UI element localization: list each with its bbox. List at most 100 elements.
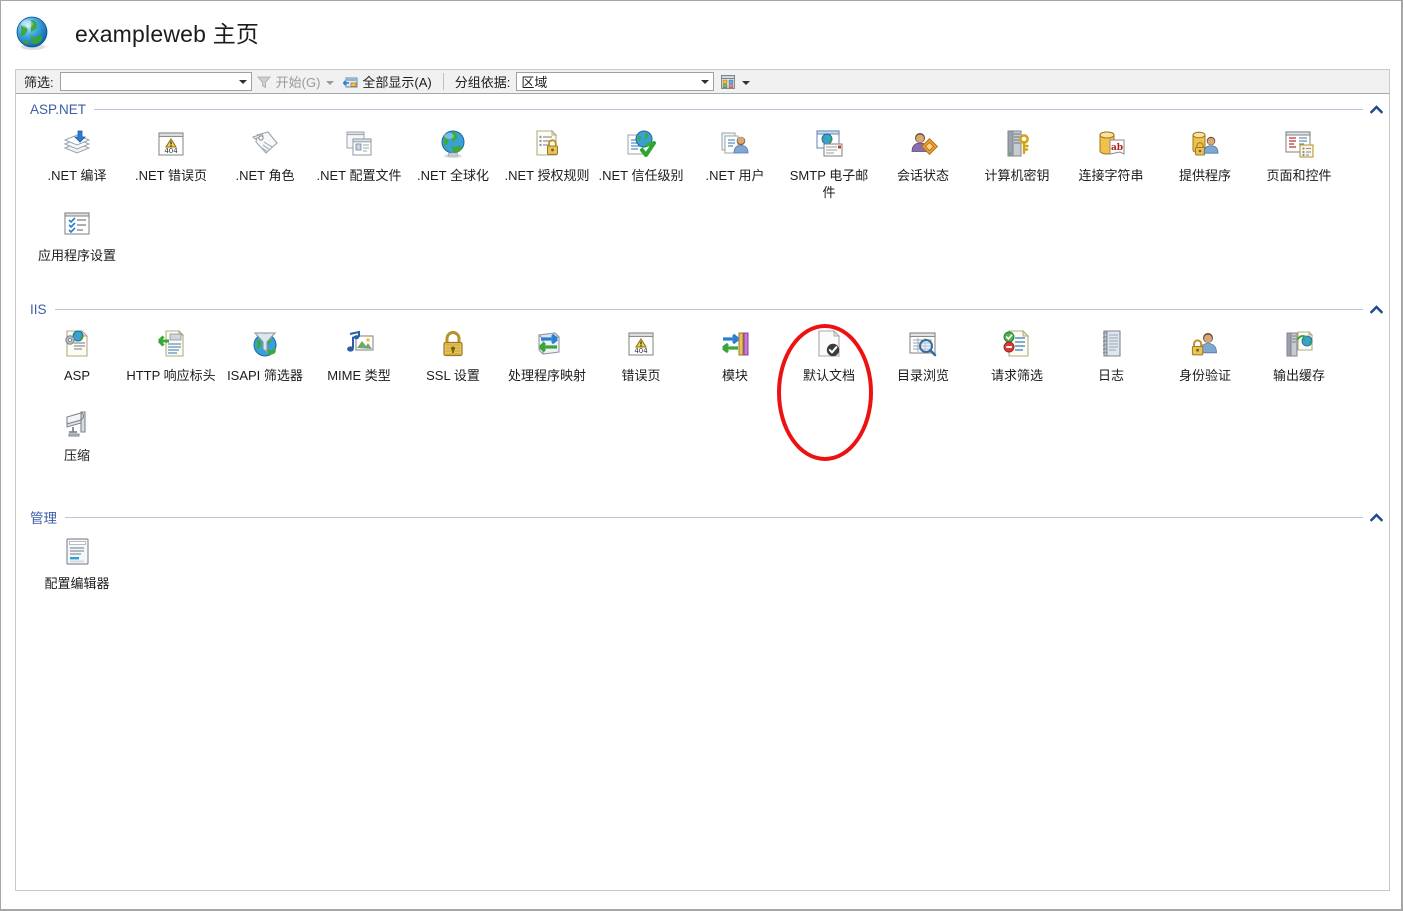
groupby-select[interactable]: 区域 [516, 72, 715, 91]
group-items: 配置编辑器 [16, 528, 1389, 614]
feature-item[interactable]: .NET 配置文件 [312, 126, 406, 204]
group-rule [65, 517, 1363, 518]
start-filter-label: 开始(G) [275, 75, 321, 90]
connection-strings-icon: ab [1095, 128, 1127, 160]
svg-text:ab: ab [1111, 143, 1123, 153]
features-pane: ASP.NET .NET 编译 404 .NET 错误页 .NET 角色 .NE… [15, 94, 1390, 891]
chevron-up-icon[interactable] [1363, 104, 1389, 114]
group-title: ASP.NET [30, 101, 87, 117]
feature-label: 配置编辑器 [44, 576, 110, 591]
feature-label: ASP [63, 368, 90, 383]
feature-label: .NET 配置文件 [316, 168, 402, 183]
http-response-headers-icon [155, 328, 187, 360]
feature-item[interactable]: .NET 信任级别 [594, 126, 688, 204]
feature-item[interactable]: 配置编辑器 [30, 534, 124, 612]
feature-label: .NET 用户 [705, 168, 765, 183]
feature-item[interactable]: .NET 全球化 [406, 126, 500, 204]
authentication-icon [1189, 328, 1221, 360]
feature-label: 压缩 [63, 448, 90, 463]
feature-label: 会话状态 [896, 168, 949, 183]
group-items: .NET 编译 404 .NET 错误页 .NET 角色 .NET 配置文件 .… [16, 120, 1389, 286]
filter-input[interactable] [59, 72, 252, 91]
feature-item[interactable]: 压缩 [30, 406, 124, 484]
session-state-icon [907, 128, 939, 160]
feature-label: 请求筛选 [990, 368, 1043, 383]
group-header: 管理 [16, 506, 1389, 528]
group-iis: IIS ASP HTTP 响应标头 ISAPI 筛选器 MIME 类型 SSL … [16, 298, 1389, 486]
net-compilation-icon [61, 128, 93, 160]
chevron-up-icon[interactable] [1363, 304, 1389, 314]
request-filtering-icon [1001, 328, 1033, 360]
feature-item[interactable]: ab 连接字符串 [1064, 126, 1158, 204]
start-filter-dropdown-arrow[interactable] [326, 80, 335, 85]
feature-label: 页面和控件 [1266, 168, 1332, 183]
feature-item[interactable]: 模块 [688, 326, 782, 404]
filter-toolbar: 筛选: 开始(G) 全部显示(A) 分组依据: 区域 [15, 69, 1390, 94]
feature-label: 连接字符串 [1078, 168, 1144, 183]
view-mode-dropdown-arrow[interactable] [742, 80, 751, 85]
feature-label: 日志 [1097, 368, 1124, 383]
show-all-button[interactable]: 全部显示(A) [338, 71, 435, 92]
feature-item[interactable]: .NET 授权规则 [500, 126, 594, 204]
logging-icon [1095, 328, 1127, 360]
funnel-icon [256, 74, 272, 90]
chevron-up-icon[interactable] [1363, 512, 1389, 522]
application-settings-icon [61, 208, 93, 240]
feature-item[interactable]: 日志 [1064, 326, 1158, 404]
feature-item[interactable]: MIME 类型 [312, 326, 406, 404]
svg-text:404: 404 [634, 347, 648, 355]
feature-item[interactable]: 提供程序 [1158, 126, 1252, 204]
isapi-filters-icon [249, 328, 281, 360]
feature-label: 应用程序设置 [37, 248, 116, 263]
feature-item[interactable]: 计算机密钥 [970, 126, 1064, 204]
net-globalization-icon [437, 128, 469, 160]
chevron-down-icon[interactable] [701, 79, 710, 84]
group-title: 管理 [30, 511, 57, 526]
view-icon [720, 74, 736, 90]
group-rule [54, 309, 1363, 310]
feature-item[interactable]: 页面和控件 [1252, 126, 1346, 204]
view-mode-button[interactable] [720, 74, 754, 90]
feature-item[interactable]: 请求筛选 [970, 326, 1064, 404]
feature-item[interactable]: HTTP 响应标头 [124, 326, 218, 404]
feature-item[interactable]: .NET 编译 [30, 126, 124, 204]
feature-label: .NET 错误页 [135, 168, 207, 183]
feature-item[interactable]: 404 错误页 [594, 326, 688, 404]
modules-icon [719, 328, 751, 360]
groupby-label: 分组依据: [454, 75, 511, 90]
configuration-editor-icon [61, 536, 93, 568]
feature-item-default-document[interactable]: 默认文档 [782, 326, 876, 404]
feature-item[interactable]: 处理程序映射 [500, 326, 594, 404]
globe-icon [15, 15, 51, 51]
svg-text:404: 404 [164, 147, 178, 155]
feature-label: 错误页 [621, 368, 661, 383]
group-items: ASP HTTP 响应标头 ISAPI 筛选器 MIME 类型 SSL 设置 处… [16, 320, 1389, 486]
feature-item[interactable]: ASP [30, 326, 124, 404]
feature-item[interactable]: 应用程序设置 [30, 206, 124, 284]
start-filter-button[interactable]: 开始(G) [252, 71, 325, 92]
feature-item[interactable]: ISAPI 筛选器 [218, 326, 312, 404]
feature-item[interactable]: 输出缓存 [1252, 326, 1346, 404]
feature-item[interactable]: .NET 角色 [218, 126, 312, 204]
feature-label: 计算机密钥 [984, 168, 1050, 183]
iis-manager-window: exampleweb 主页 筛选: 开始(G) 全部显示(A) 分组依据: 区域… [0, 0, 1403, 911]
feature-label: 身份验证 [1178, 368, 1231, 383]
feature-item[interactable]: 身份验证 [1158, 326, 1252, 404]
net-error-pages-icon: 404 [155, 128, 187, 160]
feature-item[interactable]: SMTP 电子邮件 [782, 126, 876, 204]
feature-label: 模块 [721, 368, 748, 383]
feature-item[interactable]: 会话状态 [876, 126, 970, 204]
feature-item[interactable]: 404 .NET 错误页 [124, 126, 218, 204]
feature-label: 处理程序映射 [507, 368, 586, 383]
feature-item[interactable]: .NET 用户 [688, 126, 782, 204]
groupby-value: 区域 [521, 75, 548, 90]
feature-label: HTTP 响应标头 [126, 368, 216, 383]
feature-label: .NET 角色 [235, 168, 295, 183]
feature-item[interactable]: SSL 设置 [406, 326, 500, 404]
group-rule [94, 109, 1363, 110]
feature-label: .NET 信任级别 [598, 168, 684, 183]
feature-label: MIME 类型 [327, 368, 391, 383]
chevron-down-icon[interactable] [238, 79, 247, 84]
feature-item[interactable]: 目录浏览 [876, 326, 970, 404]
feature-label: 输出缓存 [1272, 368, 1325, 383]
